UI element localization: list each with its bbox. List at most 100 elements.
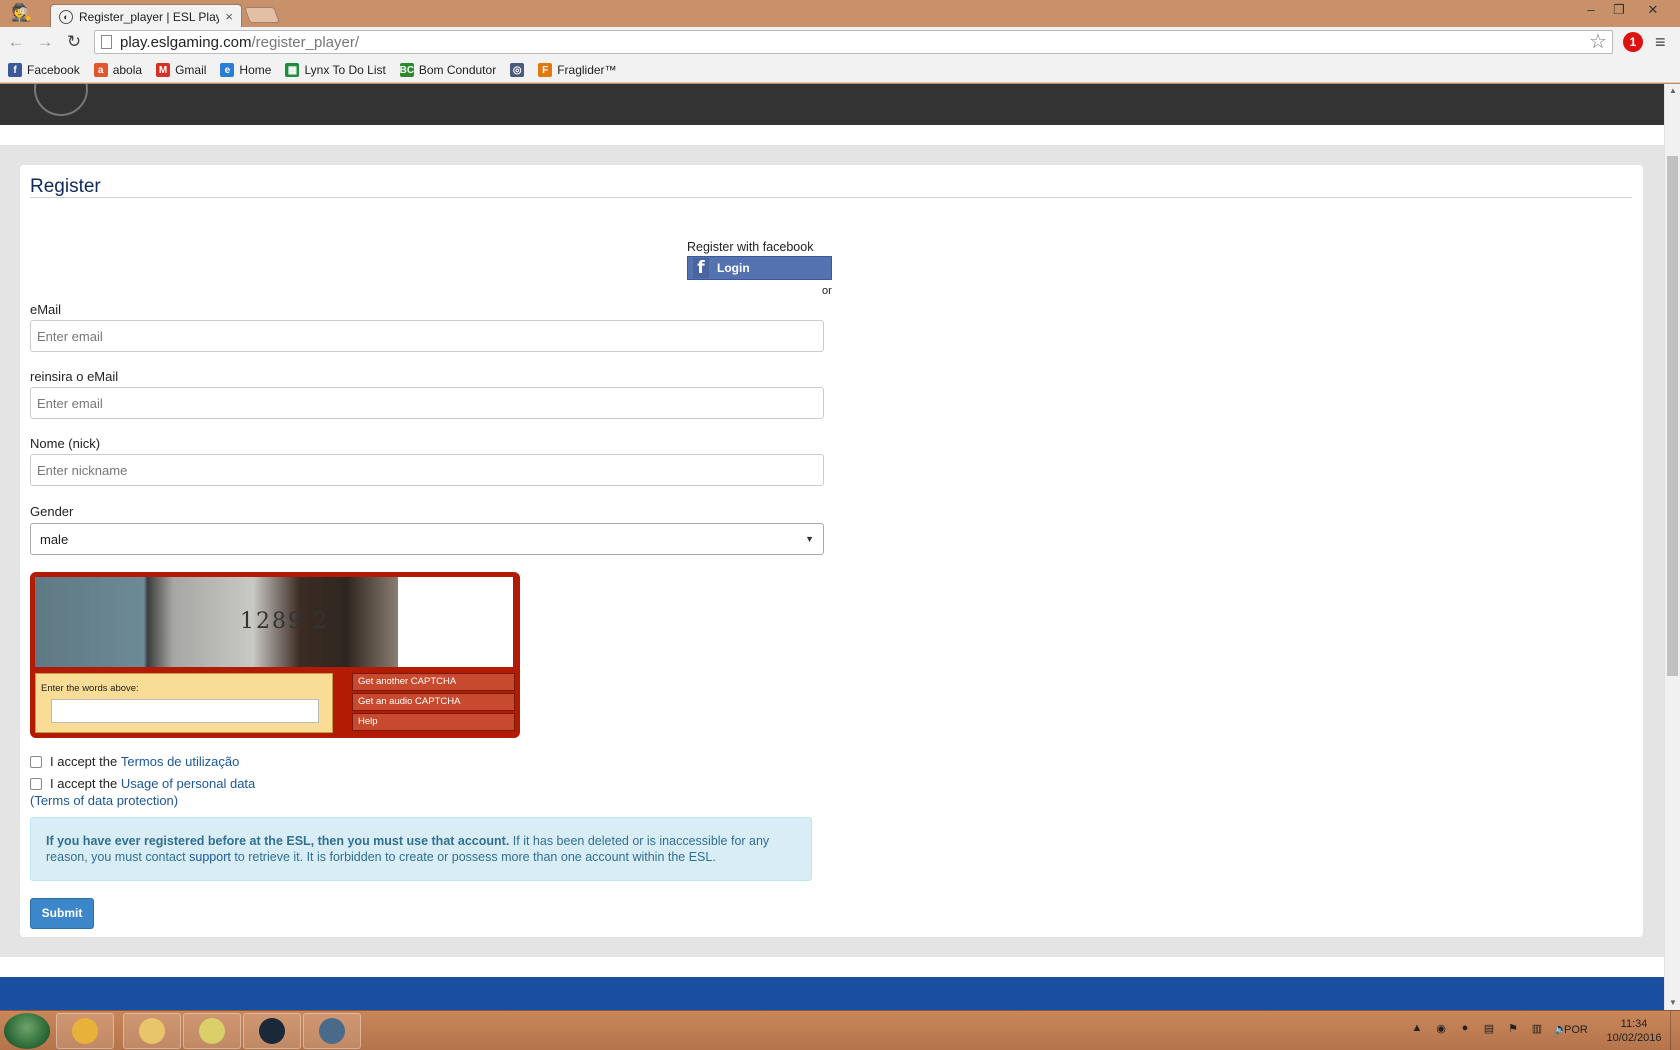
facebook-icon: f: [8, 63, 22, 77]
bookmark-label: Facebook: [27, 63, 80, 77]
scroll-down-icon[interactable]: ▼: [1665, 996, 1680, 1010]
page-scrollbar[interactable]: ▲ ▼: [1664, 84, 1680, 1010]
close-window-icon[interactable]: ✕: [1636, 0, 1670, 20]
terms-prefix: I accept the: [50, 754, 118, 769]
facebook-icon: f: [693, 258, 709, 278]
steam-tray-icon[interactable]: ◉: [1434, 1021, 1448, 1035]
page-title: Register: [30, 176, 101, 197]
facebook-login-button[interactable]: f Login: [687, 256, 832, 280]
facebook-register-label: Register with facebook: [687, 240, 814, 254]
bookmarks-bar: f Facebook a abola M Gmail e Home ▦ Lynx To Do Li…: [0, 58, 1680, 83]
or-separator: or: [822, 285, 832, 297]
page-viewport: Register Register with facebook f Login …: [0, 84, 1664, 1010]
privacy-link[interactable]: Usage of personal data: [121, 776, 255, 791]
terms-link[interactable]: Termos de utilização: [121, 754, 240, 769]
show-desktop-button[interactable]: [1670, 1011, 1680, 1050]
url-path: /register_player/: [251, 33, 360, 51]
captcha-audio-button[interactable]: Get an audio CAPTCHA: [352, 693, 515, 711]
captcha-prompt: Enter the words above:: [41, 683, 139, 694]
site-header: [0, 84, 1664, 125]
tab-strip: 🕵 ◐ Register_player | ESL Play × – ❐ ✕: [0, 0, 1680, 28]
browser-toolbar: ← → ↻ play.eslgaming.com/register_player…: [0, 27, 1680, 58]
gender-value: male: [40, 531, 69, 547]
scroll-thumb[interactable]: [1667, 156, 1678, 676]
start-button[interactable]: [4, 1013, 50, 1049]
esl-favicon-icon: ◐: [59, 9, 73, 24]
clock-time: 11:34: [1620, 1018, 1648, 1030]
email-confirm-field[interactable]: [30, 387, 824, 419]
gender-label: Gender: [30, 504, 74, 519]
bookmark-label: Gmail: [175, 63, 207, 77]
captcha-help-button[interactable]: Help: [352, 713, 515, 731]
tray-app-icon[interactable]: ●: [1458, 1021, 1472, 1035]
taskbar-app-file-explorer[interactable]: [123, 1013, 181, 1049]
ethernet-icon[interactable]: ▤: [1482, 1021, 1496, 1035]
browser-tab[interactable]: ◐ Register_player | ESL Play ×: [50, 4, 242, 28]
email-label: eMail: [30, 302, 62, 317]
privacy-sub-link[interactable]: (Terms of data protection): [30, 793, 178, 808]
address-bar[interactable]: play.eslgaming.com/register_player/: [94, 30, 1613, 54]
taskbar-app-teamspeak[interactable]: [303, 1013, 361, 1049]
chevron-down-icon: ▼: [805, 534, 814, 544]
captcha-input[interactable]: [51, 699, 319, 723]
email-field[interactable]: [30, 320, 824, 352]
taskbar-app-sticky-notes[interactable]: [183, 1013, 241, 1049]
chrome-icon: [72, 1018, 98, 1044]
reload-icon[interactable]: ↻: [63, 31, 85, 53]
bookmark-item[interactable]: f Facebook: [8, 63, 80, 77]
bookmark-item[interactable]: BC Bom Condutor: [400, 63, 496, 77]
gender-select[interactable]: male ▼: [30, 523, 824, 555]
abola-icon: a: [93, 63, 108, 77]
bookmark-label: Home: [239, 63, 272, 77]
nickname-label: Nome (nick): [30, 436, 101, 451]
registration-notice: If you have ever registered before at th…: [30, 817, 812, 881]
teamspeak-icon: [319, 1018, 345, 1044]
tab-close-icon[interactable]: ×: [225, 9, 233, 24]
bc-icon: BC: [399, 63, 415, 77]
bookmark-item[interactable]: M Gmail: [156, 63, 206, 77]
bookmark-item[interactable]: ◎: [510, 63, 525, 77]
back-icon[interactable]: ←: [5, 31, 27, 53]
captcha-reload-button[interactable]: Get another CAPTCHA: [352, 673, 515, 691]
privacy-checkbox[interactable]: [30, 777, 42, 790]
taskbar-app-steam[interactable]: [243, 1013, 301, 1049]
tab-title: Register_player | ESL Play: [79, 9, 220, 24]
notice-text-2: to retrieve it. It is forbidden to creat…: [230, 850, 716, 864]
forward-icon[interactable]: →: [34, 31, 56, 53]
terms-checkbox[interactable]: [30, 755, 42, 768]
bookmark-label: Bom Condutor: [418, 63, 497, 77]
scroll-up-icon[interactable]: ▲: [1665, 84, 1680, 98]
taskbar-app-chrome[interactable]: [56, 1013, 114, 1049]
bookmark-label: abola: [112, 63, 143, 77]
nickname-field[interactable]: [30, 454, 824, 486]
notice-bold: If you have ever registered before at th…: [46, 834, 510, 848]
email-confirm-label: reinsira o eMail: [30, 369, 119, 384]
support-link[interactable]: support: [189, 850, 231, 864]
captcha-entry: Enter the words above:: [35, 673, 333, 733]
url-host: play.eslgaming.com: [120, 33, 252, 51]
submit-button[interactable]: Submit: [30, 898, 94, 929]
taskbar: ▲ ◉ ● ▤ ⚑ ▥ 🔈 POR 11:34 10/02/2016: [0, 1010, 1680, 1050]
bookmark-star-icon[interactable]: ☆: [1589, 31, 1607, 53]
steam-icon: [259, 1018, 285, 1044]
page-icon: [101, 35, 112, 49]
bookmark-item[interactable]: e Home: [220, 63, 271, 77]
action-center-flag-icon[interactable]: ⚑: [1506, 1021, 1520, 1035]
fraglider-icon: F: [538, 63, 553, 77]
title-divider: [30, 197, 1632, 198]
bookmark-item[interactable]: F Fraglider™: [538, 63, 617, 77]
extension-badge-icon[interactable]: 1: [1623, 32, 1643, 52]
privacy-prefix: I accept the: [50, 776, 118, 791]
restore-icon[interactable]: ❐: [1602, 0, 1636, 20]
tray-expand-icon[interactable]: ▲: [1410, 1021, 1424, 1035]
sticky-notes-icon: [199, 1018, 225, 1044]
esl-logo[interactable]: [34, 84, 88, 116]
bookmark-item[interactable]: ▦ Lynx To Do List: [285, 63, 386, 77]
bookmark-item[interactable]: a abola: [93, 63, 143, 77]
chrome-menu-icon[interactable]: ≡: [1655, 31, 1666, 53]
new-tab-button[interactable]: [244, 7, 280, 23]
network-icon[interactable]: ▥: [1530, 1021, 1544, 1035]
system-clock[interactable]: 11:34 10/02/2016: [1604, 1017, 1664, 1045]
gmail-icon: M: [156, 63, 171, 77]
language-indicator[interactable]: POR: [1564, 1024, 1588, 1036]
